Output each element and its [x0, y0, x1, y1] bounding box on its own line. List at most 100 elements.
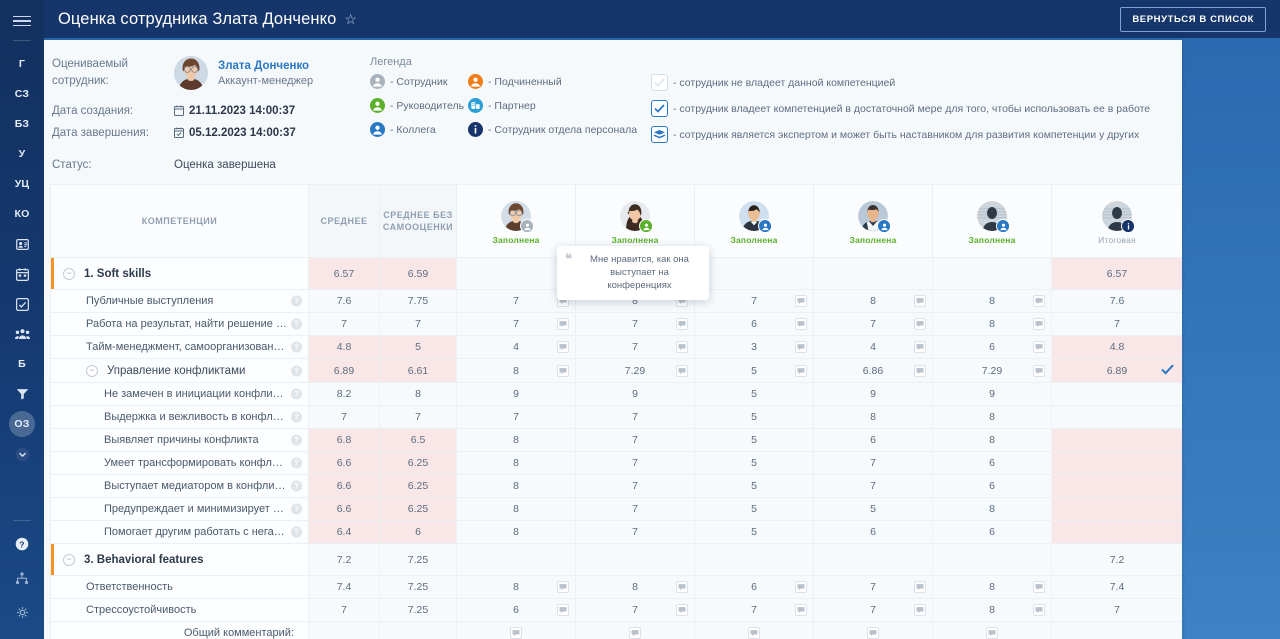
help-icon[interactable]: ? [291, 295, 302, 307]
cell-r3[interactable]: 5 [694, 428, 814, 452]
cell-r2[interactable]: 7 [575, 474, 695, 498]
cell-r4[interactable]: 4 [813, 335, 933, 359]
sidebar-item-oz[interactable]: ОЗ [9, 411, 35, 437]
cell-r5[interactable]: 6 [932, 335, 1052, 359]
employee-name[interactable]: Злата Донченко [218, 60, 313, 72]
cell-r1[interactable]: 6 [456, 598, 576, 622]
cell-r1[interactable]: 8 [456, 575, 576, 599]
sidebar-item-uc[interactable]: УЦ [9, 171, 35, 197]
cell-r1[interactable]: 8 [456, 497, 576, 521]
help-icon[interactable]: ? [291, 341, 302, 353]
cell-r5[interactable]: 8 [932, 575, 1052, 599]
cell-r5[interactable]: 9 [932, 382, 1052, 406]
cell-r1[interactable] [456, 543, 576, 576]
cell-r2[interactable]: 7 [575, 598, 695, 622]
cell-r3[interactable]: 7 [694, 289, 814, 313]
cell-r5[interactable]: 8 [932, 428, 1052, 452]
help-icon[interactable]: ? [291, 503, 302, 515]
sidebar-item-ko[interactable]: КО [9, 201, 35, 227]
cell-r4[interactable]: 6.86 [813, 358, 933, 383]
col-header-rater-r4[interactable]: Заполнена [813, 184, 933, 258]
comment-icon[interactable] [557, 341, 569, 353]
cell-r3[interactable]: 5 [694, 382, 814, 406]
footer-cell-r2[interactable] [575, 621, 695, 639]
cell-r3[interactable] [694, 543, 814, 576]
back-to-list-button[interactable]: ВЕРНУТЬСЯ В СПИСОК [1120, 6, 1266, 32]
cell-r2[interactable]: 7 [575, 405, 695, 429]
comment-icon[interactable] [557, 364, 569, 377]
cell-r5[interactable]: 6 [932, 474, 1052, 498]
sidebar-item-g[interactable]: Г [9, 51, 35, 77]
comment-icon[interactable] [510, 627, 522, 639]
comment-icon[interactable] [1033, 604, 1045, 616]
comment-icon[interactable] [676, 604, 688, 616]
cell-r3[interactable] [694, 257, 814, 290]
cell-r4[interactable]: 7 [813, 474, 933, 498]
col-header-rater-final[interactable]: Итоговая [1051, 184, 1182, 258]
comment-icon[interactable] [557, 604, 569, 616]
comment-icon[interactable] [676, 318, 688, 330]
comment-icon[interactable] [557, 581, 569, 593]
comment-icon[interactable] [676, 341, 688, 353]
comment-icon[interactable] [557, 318, 569, 330]
comment-icon[interactable] [795, 581, 807, 593]
comment-icon[interactable] [1033, 295, 1045, 307]
star-outline-icon[interactable]: ☆ [344, 11, 357, 28]
sidebar-item-calendar[interactable] [9, 261, 35, 287]
footer-cell-r3[interactable] [694, 621, 814, 639]
collapse-toggle[interactable]: − [63, 553, 75, 566]
cell-r1[interactable]: 4 [456, 335, 576, 359]
sidebar-item-bz[interactable]: БЗ [9, 111, 35, 137]
comment-icon[interactable] [795, 295, 807, 307]
comment-icon[interactable] [1033, 341, 1045, 353]
comment-icon[interactable] [676, 581, 688, 593]
cell-r4[interactable]: 7 [813, 312, 933, 336]
help-icon[interactable]: ? [291, 411, 302, 423]
cell-r5[interactable]: 8 [932, 405, 1052, 429]
cell-r3[interactable]: 7 [694, 598, 814, 622]
cell-r3[interactable]: 5 [694, 358, 814, 383]
cell-r1[interactable]: 8 [456, 358, 576, 383]
sitemap-icon[interactable] [9, 565, 35, 591]
sidebar-item-sz[interactable]: СЗ [9, 81, 35, 107]
cell-r4[interactable] [813, 543, 933, 576]
help-icon[interactable]: ? [291, 318, 302, 330]
comment-icon[interactable] [795, 341, 807, 353]
comment-icon[interactable] [676, 364, 688, 377]
cell-r5[interactable]: 6 [932, 451, 1052, 475]
cell-r5[interactable]: 8 [932, 312, 1052, 336]
comment-icon[interactable] [629, 627, 641, 639]
comment-icon[interactable] [795, 318, 807, 330]
col-header-rater-r5[interactable]: Заполнена [932, 184, 1052, 258]
gear-icon[interactable] [9, 599, 35, 625]
cell-r1[interactable]: 8 [456, 451, 576, 475]
cell-r2[interactable]: 7 [575, 335, 695, 359]
comment-icon[interactable] [748, 627, 760, 639]
cell-r3[interactable]: 5 [694, 451, 814, 475]
vertical-scrollbar[interactable] [1274, 38, 1280, 639]
cell-r2[interactable]: 7 [575, 497, 695, 521]
sidebar-item-people[interactable] [9, 321, 35, 347]
cell-r2[interactable]: 8 [575, 575, 695, 599]
cell-r5[interactable]: 8 [932, 598, 1052, 622]
cell-r5[interactable]: 6 [932, 520, 1052, 544]
col-header-rater-r3[interactable]: Заполнена [694, 184, 814, 258]
comment-icon[interactable] [986, 627, 998, 639]
cell-r4[interactable]: 8 [813, 289, 933, 313]
collapse-toggle[interactable]: − [86, 364, 98, 377]
cell-r4[interactable]: 8 [813, 405, 933, 429]
help-icon[interactable]: ? [291, 480, 302, 492]
cell-r4[interactable]: 6 [813, 520, 933, 544]
sidebar-item-id-card[interactable] [9, 231, 35, 257]
footer-cell-r4[interactable] [813, 621, 933, 639]
cell-r3[interactable]: 3 [694, 335, 814, 359]
cell-r4[interactable] [813, 257, 933, 290]
cell-r4[interactable]: 6 [813, 428, 933, 452]
cell-r5[interactable]: 8 [932, 289, 1052, 313]
cell-r4[interactable]: 7 [813, 575, 933, 599]
comment-icon[interactable] [914, 295, 926, 307]
help-icon[interactable]: ? [291, 434, 302, 446]
cell-r5[interactable] [932, 543, 1052, 576]
footer-cell-r1[interactable] [456, 621, 576, 639]
sidebar-item-checklist[interactable] [9, 291, 35, 317]
